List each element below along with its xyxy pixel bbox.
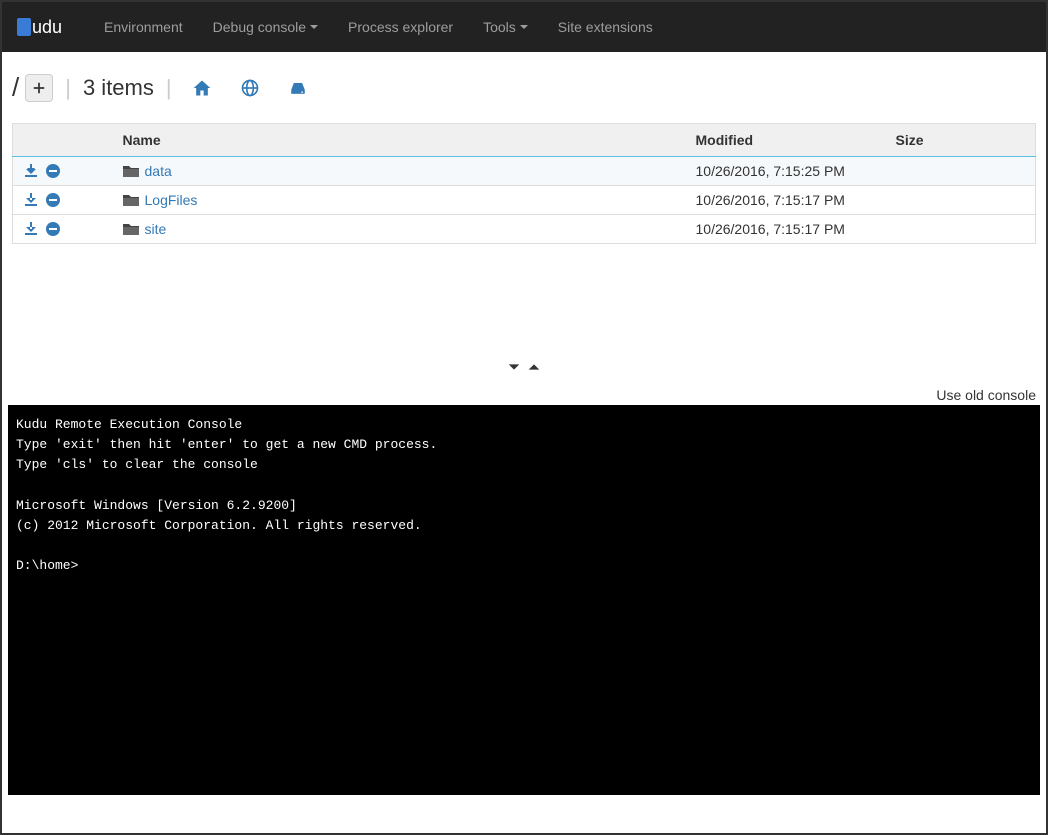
nav-process-explorer[interactable]: Process explorer — [333, 4, 468, 50]
size-cell — [886, 157, 1036, 186]
globe-icon[interactable] — [240, 78, 260, 98]
col-name: Name — [113, 124, 686, 157]
download-icon[interactable] — [23, 192, 39, 208]
col-modified: Modified — [686, 124, 886, 157]
col-size: Size — [886, 124, 1036, 157]
modified-cell: 10/26/2016, 7:15:25 PM — [686, 157, 886, 186]
chevron-down-icon[interactable] — [505, 361, 523, 378]
file-table: Name Modified Size data 10/26/2016, 7:15… — [12, 123, 1036, 244]
navbar-brand[interactable]: udu — [17, 17, 77, 38]
delete-icon[interactable] — [45, 192, 61, 208]
separator: | — [166, 75, 172, 101]
folder-icon — [123, 193, 139, 207]
table-row: LogFiles 10/26/2016, 7:15:17 PM — [13, 186, 1036, 215]
kudu-logo-icon — [17, 18, 31, 36]
nav-tools[interactable]: Tools — [468, 4, 543, 50]
nav-environment[interactable]: Environment — [89, 4, 198, 50]
header-icons — [192, 78, 308, 98]
download-icon[interactable] — [23, 221, 39, 237]
nav-site-extensions[interactable]: Site extensions — [543, 4, 668, 50]
old-console-link-row: Use old console — [2, 385, 1046, 405]
plus-icon — [32, 81, 46, 95]
items-count: 3 items — [83, 75, 154, 101]
download-icon[interactable] — [23, 163, 39, 179]
resize-bar — [2, 354, 1046, 385]
modified-cell: 10/26/2016, 7:15:17 PM — [686, 186, 886, 215]
size-cell — [886, 215, 1036, 244]
console-output[interactable]: Kudu Remote Execution Console Type 'exit… — [8, 405, 1040, 795]
delete-icon[interactable] — [45, 221, 61, 237]
modified-cell: 10/26/2016, 7:15:17 PM — [686, 215, 886, 244]
header-bar: / | 3 items | — [2, 52, 1046, 113]
separator: | — [65, 75, 71, 101]
add-button[interactable] — [25, 74, 53, 102]
folder-icon — [123, 222, 139, 236]
caret-down-icon — [520, 25, 528, 29]
size-cell — [886, 186, 1036, 215]
navbar: udu Environment Debug console Process ex… — [2, 2, 1046, 52]
folder-link-logfiles[interactable]: LogFiles — [145, 192, 198, 208]
delete-icon[interactable] — [45, 163, 61, 179]
navbar-menu: Environment Debug console Process explor… — [89, 4, 668, 50]
home-icon[interactable] — [192, 78, 212, 98]
table-header-row: Name Modified Size — [13, 124, 1036, 157]
use-old-console-link[interactable]: Use old console — [936, 387, 1036, 403]
folder-icon — [123, 164, 139, 178]
breadcrumb-root[interactable]: / — [12, 72, 19, 103]
table-row: site 10/26/2016, 7:15:17 PM — [13, 215, 1036, 244]
folder-link-data[interactable]: data — [145, 163, 172, 179]
chevron-up-icon[interactable] — [525, 361, 543, 378]
disk-icon[interactable] — [288, 78, 308, 98]
table-row: data 10/26/2016, 7:15:25 PM — [13, 157, 1036, 186]
folder-link-site[interactable]: site — [145, 221, 167, 237]
caret-down-icon — [310, 25, 318, 29]
brand-text: udu — [32, 17, 62, 38]
nav-debug-console[interactable]: Debug console — [198, 4, 333, 50]
col-actions — [13, 124, 113, 157]
